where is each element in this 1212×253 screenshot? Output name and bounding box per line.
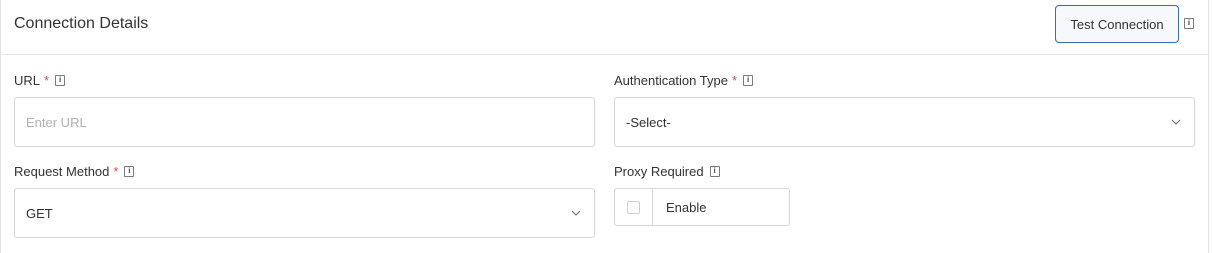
url-input[interactable] [15,98,594,146]
request-method-select[interactable]: GET [14,188,595,238]
request-method-label-row: Request Method * i [14,164,135,179]
proxy-checkbox-cell [615,189,653,225]
request-method-selected-value: GET [26,205,53,221]
auth-type-label-row: Authentication Type * i [614,73,754,88]
request-method-label: Request Method [14,164,110,179]
url-field-wrapper [14,97,595,147]
url-label-row: URL * i [14,73,66,88]
url-label: URL [14,73,41,88]
info-icon[interactable]: i [55,75,66,86]
test-connection-button[interactable]: Test Connection [1055,5,1179,43]
info-icon[interactable]: i [124,166,135,177]
auth-type-select[interactable]: -Select- [614,97,1195,147]
proxy-enable-group: Enable [614,188,790,226]
info-icon[interactable]: i [743,75,754,86]
proxy-label: Proxy Required [614,164,704,179]
auth-type-selected-value: -Select- [626,114,671,130]
connection-details-panel: Connection Details Test Connection i URL… [0,0,1209,253]
panel-title: Connection Details [14,15,149,32]
chevron-down-icon [571,210,581,216]
auth-type-label: Authentication Type [614,73,728,88]
panel-header: Connection Details Test Connection i [1,0,1208,55]
proxy-enable-checkbox[interactable] [627,200,640,214]
info-icon[interactable]: i [1184,18,1194,29]
chevron-down-icon [1171,119,1181,125]
proxy-label-row: Proxy Required i [614,164,720,179]
proxy-enable-label[interactable]: Enable [653,200,706,215]
required-marker: * [731,73,738,88]
info-icon[interactable]: i [709,166,720,177]
required-marker: * [113,164,119,179]
required-marker: * [44,73,50,88]
